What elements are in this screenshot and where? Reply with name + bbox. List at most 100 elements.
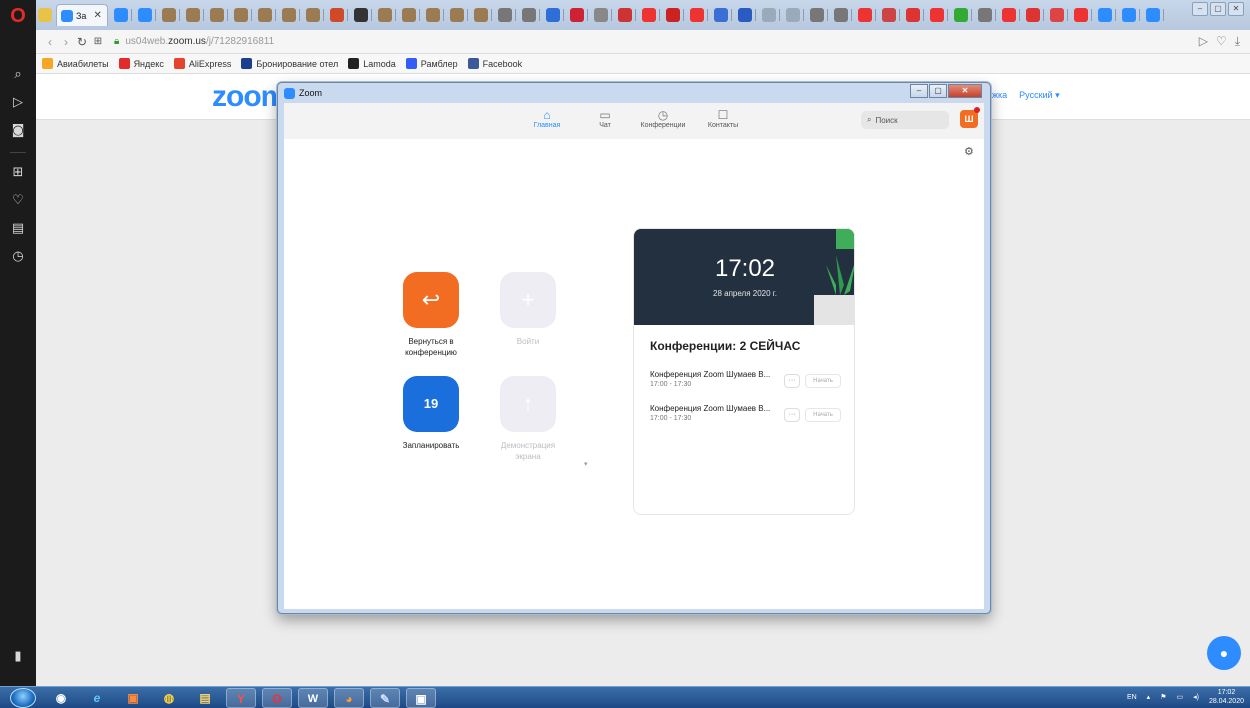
browser-tab[interactable] xyxy=(738,6,756,24)
browser-tab[interactable] xyxy=(450,6,468,24)
zoom-title-bar[interactable]: Zoom – ▢ ✕ xyxy=(278,83,990,103)
firefox-icon[interactable]: ◕ xyxy=(334,688,364,708)
chrome-icon[interactable]: ◍ xyxy=(154,688,184,708)
browser-tab[interactable] xyxy=(306,6,324,24)
browser-tab[interactable] xyxy=(954,6,972,24)
nav-contacts[interactable]: ☐ Контакты xyxy=(696,108,750,129)
browser-tab[interactable] xyxy=(162,6,180,24)
bookmark-item[interactable]: Lamoda xyxy=(348,58,396,69)
browser-tab[interactable] xyxy=(666,6,684,24)
history-icon[interactable]: ◷ xyxy=(8,248,28,266)
bookmark-item[interactable]: AliExpress xyxy=(173,58,231,69)
browser-tab[interactable] xyxy=(282,6,300,24)
join-button[interactable]: + Войти xyxy=(488,272,568,347)
chevron-down-icon[interactable]: ▾ xyxy=(584,460,588,468)
browser-tab[interactable] xyxy=(474,6,492,24)
download-icon[interactable]: ⤓ xyxy=(1235,34,1240,49)
browser-tab[interactable] xyxy=(402,6,420,24)
forward-icon[interactable]: › xyxy=(58,35,74,49)
bookmark-heart-icon[interactable]: ♡ xyxy=(1216,34,1227,49)
ie-icon[interactable]: e xyxy=(82,688,112,708)
tray-expand-icon[interactable]: ▴ xyxy=(1147,693,1151,701)
start-button[interactable] xyxy=(10,688,36,708)
nav-home[interactable]: ⌂ Главная xyxy=(520,108,574,129)
browser-tab[interactable] xyxy=(1026,6,1044,24)
close-tab-icon[interactable]: ✕ xyxy=(93,10,101,21)
nav-meetings[interactable]: ◷ Конференции xyxy=(636,108,690,129)
browser-tab[interactable] xyxy=(522,6,540,24)
search-input[interactable]: ⌕ Поиск xyxy=(861,111,949,129)
maximize-icon[interactable]: ▢ xyxy=(1210,2,1226,16)
bookmark-item[interactable]: Бронирование отел xyxy=(241,58,338,69)
browser-tab[interactable] xyxy=(354,6,372,24)
close-icon[interactable]: ✕ xyxy=(1228,2,1244,16)
browser-tab[interactable] xyxy=(1122,6,1140,24)
yandex-browser-icon[interactable]: Y xyxy=(226,688,256,708)
flag-icon[interactable]: ⚑ xyxy=(1160,693,1166,701)
bookmark-item[interactable]: Рамблер xyxy=(405,58,458,69)
zoom-logo[interactable]: zoom xyxy=(212,80,287,114)
maximize-icon[interactable]: ▢ xyxy=(929,84,947,98)
browser-tab[interactable] xyxy=(426,6,444,24)
browser-tab[interactable] xyxy=(762,6,780,24)
close-icon[interactable]: ✕ xyxy=(948,84,982,98)
speed-dial-icon[interactable]: ⊞ xyxy=(8,164,28,182)
back-icon[interactable]: ‹ xyxy=(42,35,58,49)
browser-tab[interactable] xyxy=(642,6,660,24)
browser-tab[interactable] xyxy=(210,6,228,24)
browser-tab[interactable] xyxy=(1002,6,1020,24)
paint-icon[interactable]: ✎ xyxy=(370,688,400,708)
bookmark-item[interactable]: Яндекс xyxy=(118,58,164,69)
browser-tab[interactable] xyxy=(930,6,948,24)
browser-tab[interactable] xyxy=(186,6,204,24)
settings-gear-icon[interactable]: ⚙ xyxy=(964,145,974,158)
browser-tab[interactable] xyxy=(1074,6,1092,24)
browser-tab[interactable] xyxy=(378,6,396,24)
word-icon[interactable]: W xyxy=(298,688,328,708)
url-field[interactable]: us04web.zoom.us/j/71282916811 xyxy=(125,36,274,47)
send-icon[interactable]: ▷ xyxy=(8,94,28,112)
browser-tab[interactable] xyxy=(1050,6,1068,24)
network-icon[interactable]: ▭ xyxy=(1176,693,1183,701)
browser-tab[interactable] xyxy=(690,6,708,24)
browser-tab[interactable] xyxy=(234,6,252,24)
tray-clock[interactable]: 17:02 28.04.2020 xyxy=(1209,688,1244,706)
list-item[interactable]: Конференция Zoom Шумаев В... 17:00 - 17:… xyxy=(650,370,850,394)
opera-logo-icon[interactable]: O xyxy=(6,4,30,28)
bookmark-item[interactable]: Авиабилеты xyxy=(42,58,109,69)
browser-tab[interactable] xyxy=(978,6,996,24)
camera-icon[interactable]: ◙ xyxy=(8,122,28,140)
schedule-button[interactable]: 19 Запланировать xyxy=(391,376,471,451)
send-tab-icon[interactable]: ▷ xyxy=(1199,34,1208,49)
sidebar-toggle-icon[interactable]: ▮ xyxy=(8,648,28,666)
heart-icon[interactable]: ♡ xyxy=(8,192,28,210)
volume-icon[interactable]: ◂) xyxy=(1193,693,1199,701)
more-options-button[interactable]: ··· xyxy=(784,408,800,422)
browser-tab[interactable] xyxy=(570,6,588,24)
browser-tab[interactable] xyxy=(906,6,924,24)
opera-icon[interactable]: O xyxy=(262,688,292,708)
browser-tab[interactable] xyxy=(330,6,348,24)
lock-icon[interactable]: 🔒︎ xyxy=(114,36,119,47)
browser-tab[interactable] xyxy=(858,6,876,24)
list-item[interactable]: Конференция Zoom Шумаев В... 17:00 - 17:… xyxy=(650,404,850,428)
rejoin-meeting-button[interactable]: ↩ Вернуться в конференцию xyxy=(391,272,471,358)
search-icon[interactable]: ⌕ xyxy=(8,66,28,84)
speed-dial-icon[interactable]: ⊞ xyxy=(90,36,106,47)
start-button[interactable]: Начать xyxy=(805,374,841,388)
browser-tab[interactable] xyxy=(882,6,900,24)
browser-tab[interactable] xyxy=(1098,6,1116,24)
news-icon[interactable]: ▤ xyxy=(8,220,28,238)
browser-tab[interactable] xyxy=(138,6,156,24)
nav-chat[interactable]: ▭ Чат xyxy=(578,108,632,129)
minimize-icon[interactable]: – xyxy=(910,84,928,98)
chat-bubble-button[interactable]: ● xyxy=(1207,636,1241,670)
share-screen-button[interactable]: ↑ Демонстрация экрана xyxy=(488,376,568,462)
browser-tab[interactable] xyxy=(618,6,636,24)
browser-tab[interactable] xyxy=(594,6,612,24)
language-indicator[interactable]: EN xyxy=(1127,694,1137,701)
folder-icon[interactable]: ▤ xyxy=(190,688,220,708)
alice-icon[interactable]: ◉ xyxy=(46,688,76,708)
language-selector[interactable]: Русский ▾ xyxy=(1019,90,1059,101)
browser-tab[interactable] xyxy=(1146,6,1164,24)
